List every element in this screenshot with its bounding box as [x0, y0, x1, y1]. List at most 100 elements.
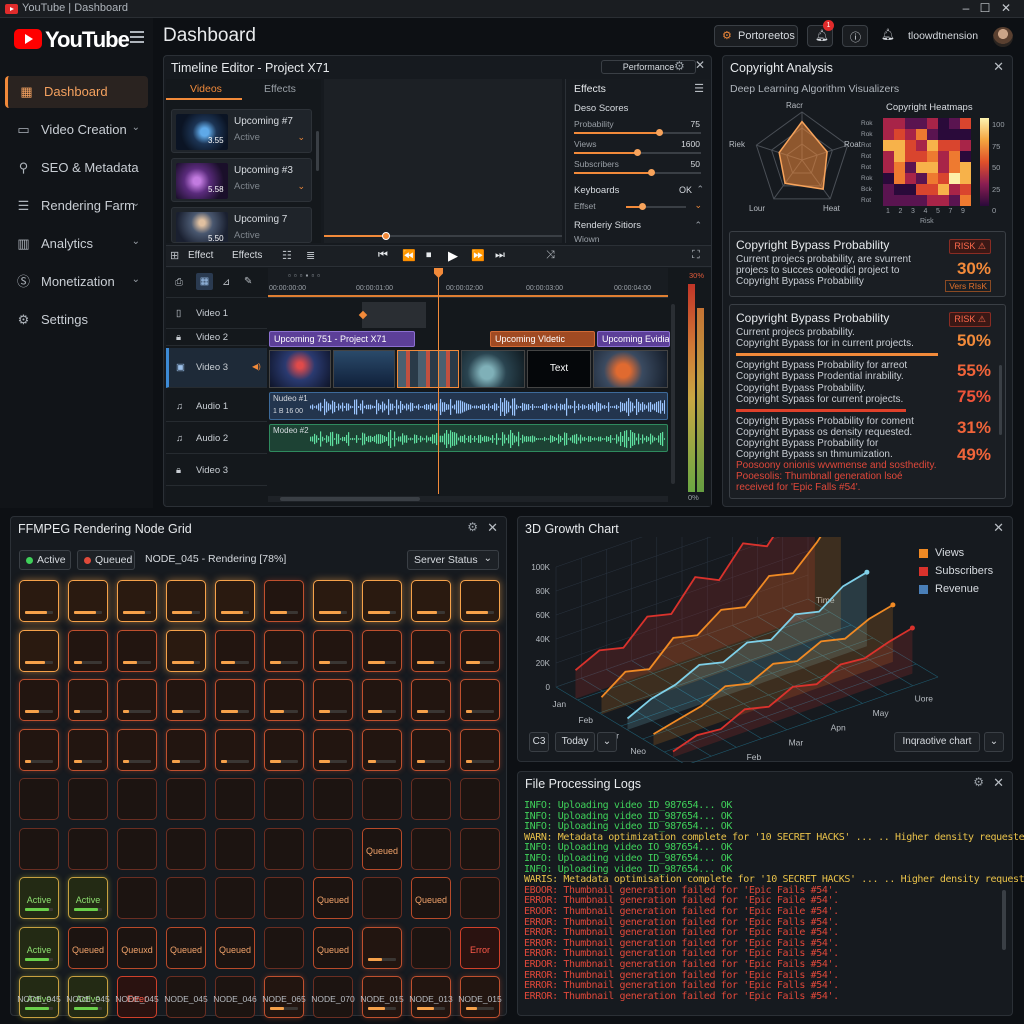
probability-slider[interactable]	[574, 129, 701, 136]
notifications-button[interactable]: 🔔︎ 1	[807, 20, 834, 47]
clip-block[interactable]	[362, 302, 426, 328]
range-dropdown[interactable]: Today	[555, 732, 595, 752]
settings-icon[interactable]: ⚙	[973, 775, 984, 789]
help-icon: ⓘ	[850, 32, 861, 44]
clip[interactable]: Upcoming Evidia	[597, 331, 670, 347]
video-frame[interactable]	[461, 350, 525, 388]
chevron-down-icon[interactable]: ⌄	[984, 732, 1004, 752]
audio-clip[interactable]: Modeo #2	[269, 424, 668, 452]
minimize-icon[interactable]: –	[958, 1, 974, 15]
sidebar-item-label: Settings	[41, 312, 88, 327]
track-header[interactable]: 🔒︎ Video 3	[166, 456, 267, 486]
sidebar-item-dashboard[interactable]: ▦ Dashboard	[5, 76, 148, 108]
close-icon[interactable]: ✕	[993, 59, 1004, 75]
sidebar-item-settings[interactable]: ⚙ Settings	[5, 304, 148, 336]
waveform-bar	[336, 433, 338, 445]
wrench-icon[interactable]: ✎	[244, 276, 252, 287]
chart-icon[interactable]: ⊿	[222, 277, 230, 288]
subscribers-slider[interactable]	[574, 169, 701, 176]
effect-slider[interactable]	[626, 203, 686, 210]
tab-videos[interactable]: Videos	[190, 83, 222, 95]
waveform-bar	[648, 402, 650, 412]
lock-icon[interactable]: ▯	[176, 308, 181, 319]
scrollbar[interactable]	[1002, 890, 1006, 950]
sidebar-item-seo[interactable]: ⚲ SEO & Metadata	[5, 152, 148, 184]
lock-icon[interactable]: 🔒︎	[176, 465, 181, 476]
scrollbar[interactable]	[316, 131, 319, 171]
fullscreen-icon[interactable]: ⛶	[692, 249, 700, 262]
video-preview[interactable]	[324, 79, 562, 243]
audio-clip[interactable]: Nudeo #1 1 B 16 00	[269, 392, 668, 420]
skip-back-icon[interactable]: ⏮	[378, 249, 388, 262]
video-card[interactable]: 5.50 Upcoming 7 Active	[171, 207, 312, 243]
music-icon[interactable]: ♫	[176, 433, 183, 444]
skip-forward-icon[interactable]: ⏭	[495, 249, 505, 262]
sidebar-item-analytics[interactable]: ▥ Analytics ⌄	[5, 228, 148, 260]
horizontal-scrollbar[interactable]	[268, 496, 668, 502]
close-icon[interactable]: ✕	[695, 58, 705, 72]
fast-forward-icon[interactable]: ⏩	[471, 249, 485, 262]
text-clip[interactable]: Text	[527, 350, 591, 388]
video-frame[interactable]	[397, 350, 459, 388]
track-header-selected[interactable]: ▣ Video 3 ◀)	[166, 348, 267, 388]
settings-icon[interactable]: ⚙	[674, 59, 685, 73]
chevron-up-icon[interactable]: ⌃	[696, 184, 704, 195]
track-header[interactable]: ♫ Audio 2	[166, 424, 267, 454]
chevron-up-icon[interactable]: ⌃	[694, 220, 702, 231]
stop-icon[interactable]: ⏹	[426, 249, 432, 262]
timeline-ruler[interactable]: 00:00:00:00 00:00:01:00 00:00:02:00 00:0…	[268, 268, 668, 298]
menu-icon[interactable]	[130, 31, 144, 43]
film-icon[interactable]: ▣	[176, 362, 185, 373]
tab-effects[interactable]: Effects	[264, 83, 296, 95]
chevron-down-icon[interactable]: ⌄	[597, 732, 617, 752]
waveform-bar	[410, 437, 412, 441]
folder-icon[interactable]: ⎙	[175, 277, 183, 288]
speaker-icon[interactable]: ◀)	[252, 362, 261, 371]
layers-icon[interactable]: ≣	[306, 249, 315, 262]
playhead[interactable]	[438, 268, 439, 494]
scissors-icon[interactable]: ⊞	[170, 249, 179, 262]
video-frame[interactable]	[269, 350, 331, 388]
lock-icon[interactable]: 🔒︎	[176, 332, 181, 343]
sidebar-item-video-creation[interactable]: ▭ Video Creation ⌄	[5, 114, 148, 146]
alerts-button[interactable]: 🔔︎	[876, 25, 900, 47]
avatar[interactable]	[993, 27, 1013, 47]
project-button[interactable]: ⚙ Portoreetos	[714, 25, 798, 47]
heatmap-cell	[938, 129, 949, 140]
waveform-bar	[356, 435, 358, 443]
scrubber-handle[interactable]	[382, 232, 390, 240]
video-frame[interactable]	[593, 350, 668, 388]
music-icon[interactable]: ♫	[176, 401, 183, 412]
play-icon[interactable]: ▶	[448, 248, 458, 264]
grid-view-icon[interactable]: ▦	[196, 273, 213, 290]
interactive-chart-button[interactable]: Inqraotive chart	[894, 732, 980, 752]
views-slider[interactable]	[574, 149, 701, 156]
track-header[interactable]: ▯ Video 1	[166, 299, 267, 329]
video-card[interactable]: 5.58 Upcoming #3 Active ⌄	[171, 158, 312, 202]
video-frame[interactable]	[333, 350, 395, 388]
menu-icon[interactable]: ☰	[694, 82, 704, 95]
clip[interactable]: Upcoming 751 - Project X71	[269, 331, 415, 347]
vertical-scrollbar[interactable]	[671, 304, 675, 484]
help-button[interactable]: ⓘ	[842, 25, 868, 47]
waveform-bar	[648, 437, 650, 441]
c3-button[interactable]: C3	[529, 732, 549, 752]
sidebar-item-monetization[interactable]: Ⓢ Monetization ⌄	[5, 266, 148, 298]
rewind-icon[interactable]: ⏪	[402, 249, 416, 262]
shuffle-icon[interactable]: ⤨	[546, 249, 555, 262]
scrollbar[interactable]	[999, 365, 1002, 435]
close-window-icon[interactable]: ✕	[998, 1, 1014, 15]
clip[interactable]: Upcoming Vldetic	[490, 331, 595, 347]
close-icon[interactable]: ✕	[993, 520, 1004, 536]
video-card[interactable]: 3.55 Upcoming #7 Active ⌄	[171, 109, 312, 153]
track-header[interactable]: 🔒︎ Video 2	[166, 330, 267, 346]
waveform-bar	[634, 405, 636, 409]
maximize-icon[interactable]: ☐	[977, 1, 993, 15]
sidebar-item-rendering-farm[interactable]: ☰ Rendering Farm ⌄	[5, 190, 148, 222]
effects-tab[interactable]: Effects	[232, 250, 262, 261]
ruler-tools-icon[interactable]: ▫▫▫▪▫▫	[288, 271, 323, 280]
list-icon[interactable]: ☷	[282, 249, 292, 262]
track-header[interactable]: ♫ Audio 1	[166, 392, 267, 422]
effect-tab[interactable]: Effect	[188, 250, 213, 261]
close-icon[interactable]: ✕	[993, 775, 1004, 791]
